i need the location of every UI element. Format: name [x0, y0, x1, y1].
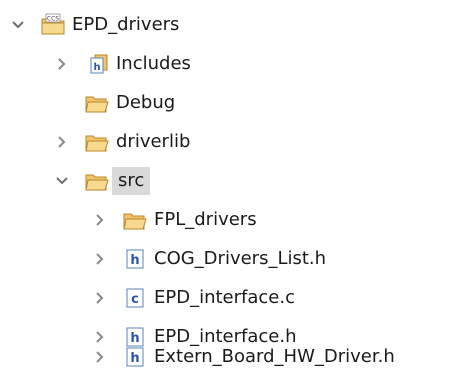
- tree-item-label: driverlib: [116, 131, 191, 152]
- tree-item-driverlib[interactable]: driverlib: [54, 125, 190, 159]
- includes-icon: h: [84, 52, 110, 76]
- chevron-down-icon[interactable]: [54, 173, 70, 189]
- folder-icon: [84, 130, 110, 154]
- tree-item-label: Extern_Board_HW_Driver.h: [154, 346, 395, 367]
- chevron-down-icon[interactable]: [10, 17, 26, 33]
- svg-text:h: h: [93, 62, 100, 73]
- chevron-right-icon[interactable]: [92, 212, 108, 228]
- h-file-icon: h: [122, 345, 148, 369]
- tree-item-label: EPD_drivers: [72, 14, 180, 35]
- tree-item-src[interactable]: src: [54, 164, 151, 198]
- tree-item-label: Debug: [116, 92, 176, 113]
- tree-item-label: FPL_drivers: [154, 209, 257, 230]
- tree-item-label: Includes: [116, 53, 191, 74]
- chevron-right-icon[interactable]: [54, 56, 70, 72]
- file-type-letter: c: [131, 292, 139, 307]
- h-file-icon: h: [122, 247, 148, 271]
- tree-item-extern-board-hw-driver-h[interactable]: h Extern_Board_HW_Driver.h: [92, 340, 395, 374]
- tree-item-fpl-drivers[interactable]: FPL_drivers: [92, 203, 257, 237]
- chevron-right-icon[interactable]: [92, 290, 108, 306]
- c-file-icon: c: [122, 286, 148, 310]
- folder-icon: [84, 91, 110, 115]
- ccs-badge: CCS: [47, 15, 59, 22]
- tree-item-label: EPD_interface.c: [154, 287, 295, 308]
- tree-item-cog-drivers-list-h[interactable]: h COG_Drivers_List.h: [92, 242, 326, 276]
- tree-item-includes[interactable]: h Includes: [54, 47, 191, 81]
- chevron-right-icon[interactable]: [92, 349, 108, 365]
- folder-icon: [122, 208, 148, 232]
- tree-item-label: COG_Drivers_List.h: [154, 248, 327, 269]
- tree-item-epd-drivers[interactable]: CCS EPD_drivers: [10, 8, 179, 42]
- ccs-project-folder-icon: CCS: [40, 13, 66, 37]
- chevron-right-icon[interactable]: [54, 134, 70, 150]
- folder-open-icon: [84, 169, 110, 193]
- file-type-letter: h: [130, 253, 139, 268]
- tree-item-epd-interface-c[interactable]: c EPD_interface.c: [92, 281, 295, 315]
- tree-item-debug[interactable]: Debug: [54, 86, 175, 120]
- chevron-right-icon[interactable]: [92, 251, 108, 267]
- tree-item-label: src: [112, 167, 151, 195]
